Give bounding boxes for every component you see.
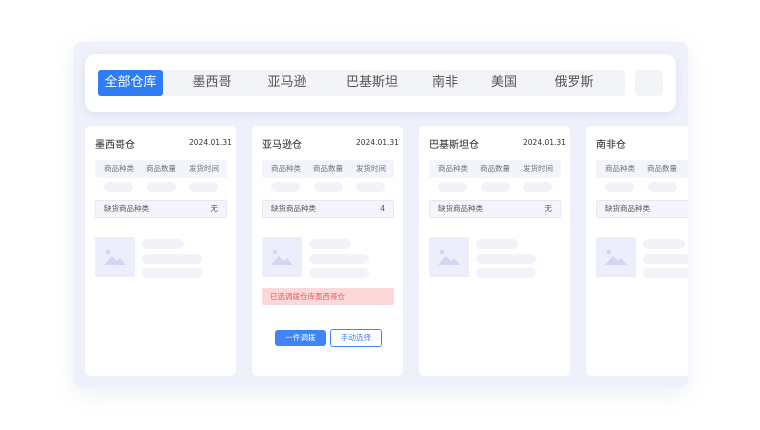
warehouse-tabs: 全部仓库 墨西哥 亚马逊 巴基斯坦 南非 美国 俄罗斯 xyxy=(98,70,625,96)
tab-russia[interactable]: 俄罗斯 xyxy=(541,70,607,96)
text-placeholder xyxy=(142,268,202,278)
column-header: 发货时间 xyxy=(523,164,553,173)
warehouse-card-amazon: 亚马逊仓 2024.01.31 商品种类 商品数量 发货时间 缺货商品种类 4 … xyxy=(252,126,403,376)
selected-warehouse-alert: 已选调拨仓库墨西哥仓 xyxy=(262,288,394,305)
tab-amazon[interactable]: 亚马逊 xyxy=(258,70,316,96)
card-title: 亚马逊仓 xyxy=(262,140,302,151)
shortage-row: 缺货商品种类 4 xyxy=(262,200,394,218)
image-icon xyxy=(262,237,302,277)
one-click-transfer-button[interactable]: 一件调拨 xyxy=(275,330,326,346)
text-placeholder xyxy=(309,239,351,249)
card-date: 2024.01.31 xyxy=(189,138,232,147)
image-icon xyxy=(95,237,135,277)
manual-select-button[interactable]: 手动选择 xyxy=(330,329,382,347)
shortage-row: 缺货商品种类 xyxy=(596,200,688,218)
shortage-value: 4 xyxy=(380,204,385,213)
table-header: 商品种类 商品数量 发货时间 xyxy=(262,160,394,178)
tab-mexico[interactable]: 墨西哥 xyxy=(183,70,241,96)
card-title: 南非仓 xyxy=(596,140,626,151)
text-placeholder xyxy=(476,254,536,264)
text-placeholder xyxy=(643,268,688,278)
column-header: 发货时间 xyxy=(189,164,219,173)
card-title: 巴基斯坦仓 xyxy=(429,140,479,151)
text-placeholder xyxy=(643,239,685,249)
card-date: 2024.01.31 xyxy=(523,138,566,147)
shortage-label: 缺货商品种类 xyxy=(605,204,650,213)
column-header: 商品数量 xyxy=(146,164,176,173)
shortage-value: 无 xyxy=(210,204,219,213)
image-icon xyxy=(596,237,636,277)
image-icon xyxy=(429,237,469,277)
column-header: 商品数量 xyxy=(647,164,677,173)
cell-placeholder xyxy=(523,182,552,192)
cell-placeholder xyxy=(314,182,343,192)
shortage-label: 缺货商品种类 xyxy=(104,204,149,213)
tab-all-warehouses[interactable]: 全部仓库 xyxy=(98,70,163,96)
shortage-label: 缺货商品种类 xyxy=(271,204,316,213)
cell-placeholder xyxy=(147,182,176,192)
column-header: 商品种类 xyxy=(271,164,301,173)
warehouse-card-mexico: 墨西哥仓 2024.01.31 商品种类 商品数量 发货时间 缺货商品种类 无 xyxy=(85,126,236,376)
warehouse-card-pakistan: 巴基斯坦仓 2024.01.31 商品种类 商品数量 发货时间 缺货商品种类 无 xyxy=(419,126,570,376)
table-header: 商品种类 商品数量 发货时间 xyxy=(429,160,561,178)
table-header: 商品种类 商品数量 发货时间 xyxy=(596,160,688,178)
cell-placeholder xyxy=(438,182,467,192)
column-header: 商品种类 xyxy=(438,164,468,173)
text-placeholder xyxy=(643,254,688,264)
tab-pakistan[interactable]: 巴基斯坦 xyxy=(336,70,408,96)
column-header: 商品数量 xyxy=(480,164,510,173)
card-title: 墨西哥仓 xyxy=(95,140,135,151)
shortage-row: 缺货商品种类 无 xyxy=(95,200,227,218)
shortage-row: 缺货商品种类 无 xyxy=(429,200,561,218)
cell-placeholder xyxy=(481,182,510,192)
warehouse-filter-bar: 全部仓库 墨西哥 亚马逊 巴基斯坦 南非 美国 俄罗斯 xyxy=(85,54,676,112)
shortage-value: 无 xyxy=(544,204,553,213)
warehouse-panel: 全部仓库 墨西哥 亚马逊 巴基斯坦 南非 美国 俄罗斯 墨西哥仓 2024.01… xyxy=(74,42,688,387)
tab-south-africa[interactable]: 南非 xyxy=(417,70,473,96)
column-header: 商品种类 xyxy=(104,164,134,173)
more-tabs-button[interactable] xyxy=(635,70,663,96)
column-header: 商品种类 xyxy=(605,164,635,173)
text-placeholder xyxy=(476,239,518,249)
cell-placeholder xyxy=(104,182,133,192)
text-placeholder xyxy=(142,254,202,264)
card-date: 2024.01.31 xyxy=(356,138,399,147)
warehouse-card-south-africa: 南非仓 商品种类 商品数量 发货时间 缺货商品种类 xyxy=(586,126,688,376)
cell-placeholder xyxy=(356,182,385,192)
column-header: 商品数量 xyxy=(313,164,343,173)
cell-placeholder xyxy=(189,182,218,192)
tab-usa[interactable]: 美国 xyxy=(476,70,532,96)
table-header: 商品种类 商品数量 发货时间 xyxy=(95,160,227,178)
text-placeholder xyxy=(309,268,369,278)
cell-placeholder xyxy=(605,182,634,192)
cell-placeholder xyxy=(271,182,300,192)
shortage-label: 缺货商品种类 xyxy=(438,204,483,213)
text-placeholder xyxy=(476,268,536,278)
text-placeholder xyxy=(309,254,369,264)
column-header: 发货时间 xyxy=(356,164,386,173)
cell-placeholder xyxy=(648,182,677,192)
text-placeholder xyxy=(142,239,184,249)
